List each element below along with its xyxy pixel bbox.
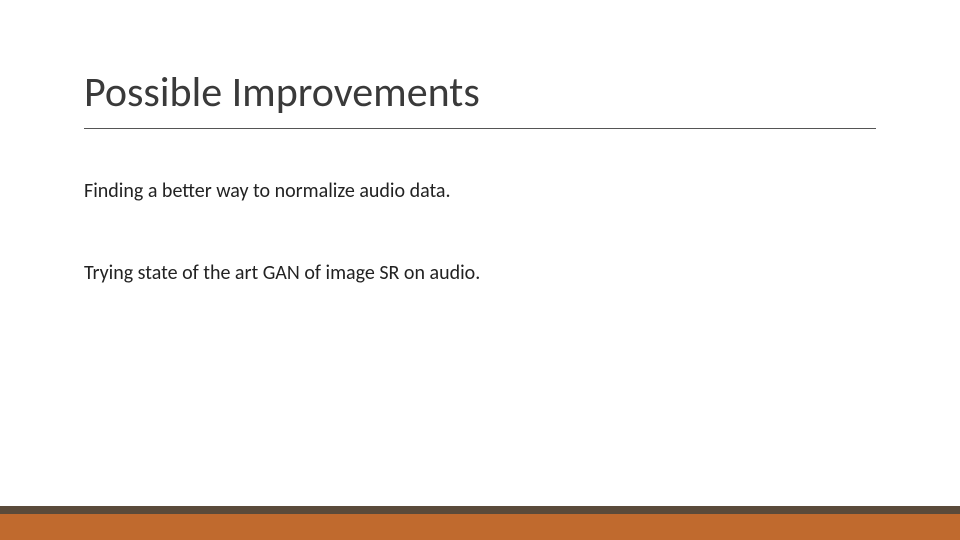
footer-accent-top (0, 506, 960, 514)
body-line-2: Trying state of the art GAN of image SR … (84, 260, 876, 286)
title-wrap: Possible Improvements (84, 70, 876, 129)
footer-accent-bottom (0, 514, 960, 540)
slide-body: Finding a better way to normalize audio … (84, 178, 876, 342)
slide: Possible Improvements Finding a better w… (0, 0, 960, 540)
body-line-1: Finding a better way to normalize audio … (84, 178, 876, 204)
footer-accent-bar (0, 506, 960, 540)
slide-title: Possible Improvements (84, 70, 876, 129)
